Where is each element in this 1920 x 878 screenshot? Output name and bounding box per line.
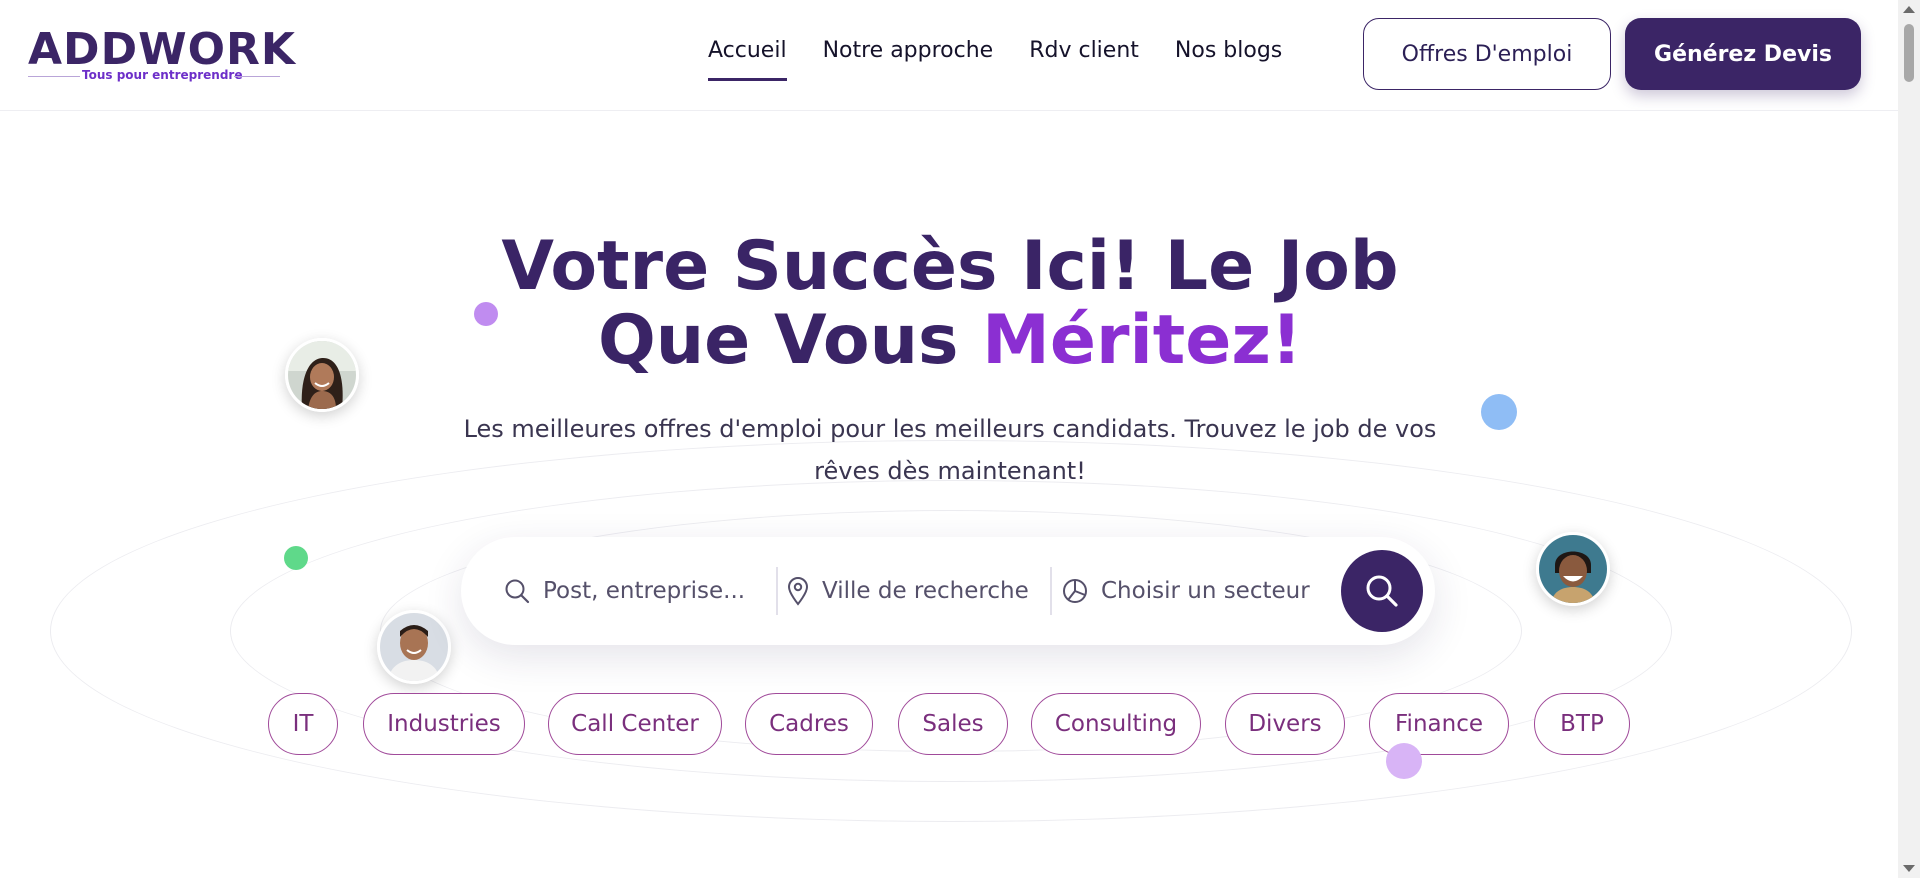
- hero-title-line1: Votre Succès Ici! Le Job: [501, 227, 1399, 306]
- hero-subtitle-line2: rêves dès maintenant!: [814, 457, 1086, 485]
- post-search-placeholder: Post, entreprise...: [543, 578, 746, 604]
- search-submit-button[interactable]: [1341, 550, 1423, 632]
- scroll-up-arrow-icon[interactable]: [1903, 6, 1915, 13]
- decor-dot-blue: [1481, 394, 1517, 430]
- logo-rule-right: [234, 76, 280, 77]
- nav-item-accueil[interactable]: Accueil: [708, 38, 787, 81]
- logo-wordmark: ADDWORK: [28, 24, 297, 75]
- post-search-field[interactable]: Post, entreprise...: [503, 537, 763, 645]
- avatar-woman-smiling: [285, 338, 359, 412]
- site-header: ADDWORK Tous pour entreprendre Accueil N…: [0, 0, 1898, 111]
- decor-dot-purple: [474, 302, 498, 326]
- chip-call-center[interactable]: Call Center: [548, 693, 722, 755]
- location-pin-icon: [786, 576, 810, 606]
- page: ADDWORK Tous pour entreprendre Accueil N…: [0, 0, 1898, 878]
- hero-title-line2-start: Que Vous: [597, 301, 983, 380]
- chip-it[interactable]: IT: [268, 693, 338, 755]
- search-divider-1: [776, 567, 778, 615]
- chip-divers[interactable]: Divers: [1225, 693, 1345, 755]
- sector-select-placeholder: Choisir un secteur: [1101, 578, 1310, 604]
- main-nav: Accueil Notre approche Rdv client Nos bl…: [708, 38, 1282, 81]
- generate-quote-button[interactable]: Générez Devis: [1625, 18, 1861, 90]
- logo-rule-left: [28, 76, 80, 77]
- hero-title-accent: Méritez!: [982, 301, 1303, 380]
- city-search-placeholder: Ville de recherche: [822, 578, 1029, 604]
- sector-select-field[interactable]: Choisir un secteur: [1061, 537, 1331, 645]
- nav-item-rdv-client[interactable]: Rdv client: [1029, 38, 1139, 81]
- hero-subtitle-line1: Les meilleures offres d'emploi pour les …: [463, 415, 1437, 443]
- avatar-woman-laughing: [1536, 532, 1610, 606]
- search-divider-2: [1050, 567, 1052, 615]
- chip-finance[interactable]: Finance: [1369, 693, 1509, 755]
- hero-title: Votre Succès Ici! Le Job Que Vous Mérite…: [390, 230, 1510, 378]
- chip-cadres[interactable]: Cadres: [745, 693, 873, 755]
- chip-consulting[interactable]: Consulting: [1031, 693, 1201, 755]
- hero-subtitle: Les meilleures offres d'emploi pour les …: [440, 408, 1460, 492]
- avatar-man-smiling: [377, 610, 451, 684]
- scroll-down-arrow-icon[interactable]: [1903, 865, 1915, 872]
- nav-item-nos-blogs[interactable]: Nos blogs: [1175, 38, 1282, 81]
- chip-btp[interactable]: BTP: [1534, 693, 1630, 755]
- city-search-field[interactable]: Ville de recherche: [786, 537, 1036, 645]
- logo-tagline: Tous pour entreprendre: [82, 68, 243, 82]
- hero-title-line2: Que Vous Méritez!: [390, 304, 1510, 378]
- decor-dot-green: [284, 546, 308, 570]
- scrollbar-thumb[interactable]: [1904, 24, 1914, 82]
- search-icon: [503, 577, 531, 605]
- nav-item-notre-approche[interactable]: Notre approche: [823, 38, 994, 81]
- logo[interactable]: ADDWORK Tous pour entreprendre: [28, 26, 295, 86]
- decor-dot-lilac: [1386, 743, 1422, 779]
- chip-sales[interactable]: Sales: [898, 693, 1008, 755]
- chip-industries[interactable]: Industries: [363, 693, 525, 755]
- job-search-bar: Post, entreprise... Ville de recherche C…: [461, 537, 1435, 645]
- pie-chart-icon: [1061, 577, 1089, 605]
- page-scrollbar[interactable]: [1898, 0, 1920, 878]
- job-offers-button[interactable]: Offres D'emploi: [1363, 18, 1611, 90]
- search-icon: [1362, 571, 1402, 611]
